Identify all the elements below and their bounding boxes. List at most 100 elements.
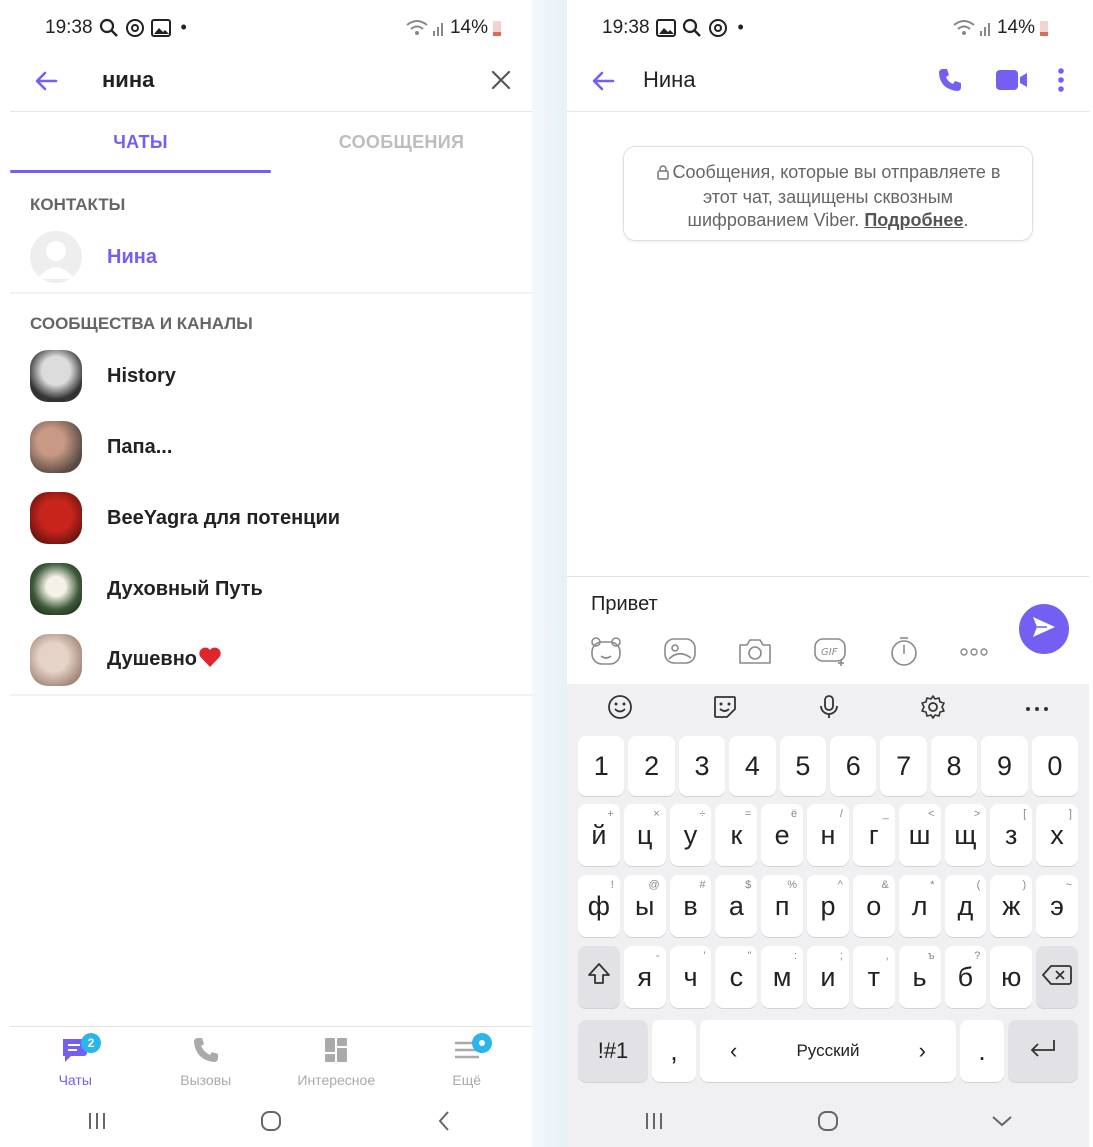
key[interactable]: 5 (779, 736, 827, 796)
emoji-icon[interactable] (607, 694, 633, 725)
backspace-key[interactable] (1036, 946, 1078, 1008)
chat-title[interactable]: Нина (643, 67, 696, 93)
gallery-icon[interactable] (663, 636, 697, 671)
timer-icon[interactable] (889, 635, 919, 672)
home-icon[interactable] (259, 1109, 283, 1138)
message-input[interactable]: Привет (591, 593, 658, 616)
key[interactable]: х] (1036, 804, 1078, 866)
key[interactable]: у ÷ (669, 804, 712, 866)
voice-call-icon[interactable] (937, 67, 963, 98)
settings-gear-icon[interactable] (920, 694, 946, 725)
send-button[interactable] (1019, 604, 1069, 654)
nav-more[interactable]: Ещё (402, 1027, 533, 1096)
more-keyboard-icon[interactable] (1025, 700, 1049, 718)
back-arrow-icon[interactable] (34, 69, 58, 98)
home-icon[interactable] (816, 1109, 840, 1138)
community-row[interactable]: History (10, 341, 532, 411)
nav-chats[interactable]: 2 Чаты (10, 1027, 141, 1096)
community-row[interactable]: Папа... (10, 412, 532, 482)
key[interactable]: д( (944, 875, 987, 937)
key[interactable]: о & (852, 875, 895, 937)
key[interactable]: ю (990, 946, 1033, 1008)
key[interactable]: ч ' (669, 946, 712, 1008)
learn-more-link[interactable]: Подробнее (864, 210, 963, 230)
search-status-icon (99, 18, 119, 38)
key[interactable]: к = (715, 804, 758, 866)
microphone-icon[interactable] (817, 694, 841, 725)
tab-chats[interactable]: ЧАТЫ (10, 112, 271, 173)
nav-explore[interactable]: Интересное (271, 1027, 402, 1096)
key[interactable]: 2 (628, 736, 675, 796)
key[interactable]: 7 (880, 736, 927, 796)
key[interactable]: б? (944, 946, 987, 1008)
key[interactable]: 9 (981, 736, 1028, 796)
key-label: з (1005, 819, 1018, 850)
sticker-bear-icon[interactable] (589, 635, 623, 672)
camera-icon[interactable] (737, 636, 773, 671)
key[interactable]: 6 (830, 736, 877, 796)
key-hint: ] (1068, 808, 1072, 820)
more-tools-icon[interactable] (959, 644, 989, 662)
key[interactable]: л * (898, 875, 941, 937)
symbols-key[interactable]: !#1 (578, 1020, 648, 1082)
key[interactable]: я- (623, 946, 666, 1008)
nav-calls[interactable]: Вызовы (141, 1027, 272, 1096)
key[interactable]: й + (578, 804, 620, 866)
tab-messages[interactable]: СООБЩЕНИЯ (271, 112, 532, 173)
hide-keyboard-icon[interactable] (990, 1109, 1014, 1138)
space-key[interactable]: ‹ Русский › (700, 1020, 956, 1082)
key-label: п (774, 890, 790, 921)
gif-icon[interactable]: GIF (813, 636, 849, 671)
gallery-status-icon (150, 18, 171, 37)
more-options-icon[interactable] (1057, 67, 1065, 98)
key[interactable]: а $ (715, 875, 758, 937)
back-nav-icon[interactable] (433, 1109, 457, 1138)
key-hint: < (928, 808, 935, 820)
search-input[interactable]: нина (102, 67, 154, 93)
key[interactable]: 1 (578, 736, 625, 796)
key[interactable]: р ^ (807, 875, 849, 937)
recent-apps-icon[interactable] (642, 1110, 666, 1137)
key[interactable]: э ~ (1036, 875, 1078, 937)
key[interactable]: м: (761, 946, 804, 1008)
key[interactable]: ш < (898, 804, 941, 866)
community-row[interactable]: Духовный Путь (10, 554, 532, 624)
community-row[interactable]: BeeYagra для потенции (10, 483, 532, 553)
community-row[interactable]: Душевно (10, 625, 532, 695)
key[interactable]: ц × (623, 804, 666, 866)
shift-key[interactable] (578, 946, 620, 1008)
recent-apps-icon[interactable] (85, 1110, 109, 1137)
key[interactable]: её (761, 804, 804, 866)
bottom-navigation: 2 Чаты Вызовы Интересное Ещё (10, 1026, 532, 1096)
contact-row[interactable]: Нина (10, 222, 532, 292)
period-key[interactable]: . (960, 1020, 1004, 1082)
key[interactable]: з[ (990, 804, 1033, 866)
key[interactable]: г _ (852, 804, 895, 866)
key[interactable]: т, (852, 946, 895, 1008)
clear-search-icon[interactable] (490, 69, 512, 96)
key[interactable]: щ > (944, 804, 987, 866)
key[interactable]: п% (761, 875, 804, 937)
key[interactable]: 3 (678, 736, 726, 796)
key-label: р (820, 890, 836, 921)
key[interactable]: ф! (578, 875, 620, 937)
key-hint: ? (974, 950, 981, 962)
enter-key[interactable] (1008, 1020, 1078, 1082)
key[interactable]: 0 (1031, 736, 1079, 796)
key[interactable]: и; (807, 946, 849, 1008)
explore-grid-icon (321, 1035, 351, 1068)
key[interactable]: ы @ (623, 875, 666, 937)
sticker-icon[interactable] (712, 694, 738, 725)
contact-avatar (30, 231, 82, 283)
video-call-icon[interactable] (995, 68, 1029, 97)
key[interactable]: с " (715, 946, 758, 1008)
key[interactable]: н / (807, 804, 849, 866)
key[interactable]: ж) (990, 875, 1033, 937)
nav-more-label: Ещё (452, 1072, 482, 1088)
key[interactable]: ьъ (898, 946, 941, 1008)
key[interactable]: 8 (930, 736, 978, 796)
back-arrow-icon[interactable] (591, 69, 615, 98)
key[interactable]: в # (669, 875, 712, 937)
comma-key[interactable]: , (652, 1020, 696, 1082)
key[interactable]: 4 (729, 736, 776, 796)
